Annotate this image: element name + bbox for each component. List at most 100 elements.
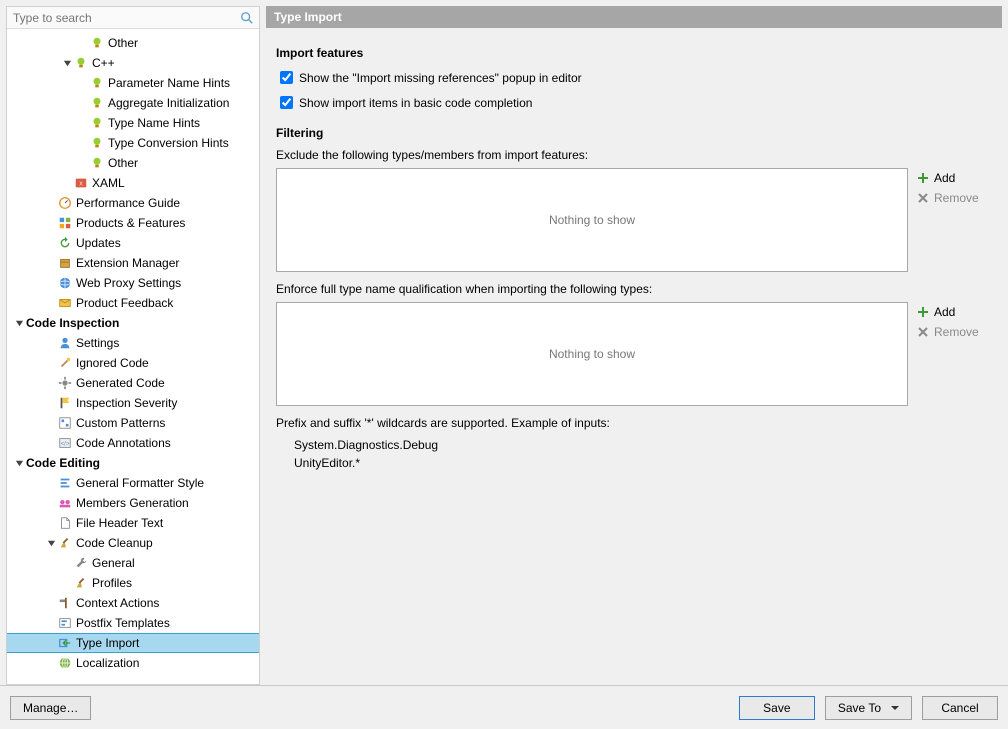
expander-spacer [45, 237, 57, 249]
tree-item-inspection-severity[interactable]: Inspection Severity [7, 393, 259, 413]
wrench-icon [74, 556, 88, 570]
tree-item-general-formatter-style[interactable]: General Formatter Style [7, 473, 259, 493]
search-row [7, 7, 259, 29]
tree-item-file-header-text[interactable]: File Header Text [7, 513, 259, 533]
chk-show-import-popup[interactable]: Show the "Import missing references" pop… [276, 68, 992, 87]
tree-item-label: General Formatter Style [76, 476, 210, 490]
tree-item-parameter-name-hints[interactable]: Parameter Name Hints [7, 73, 259, 93]
exclude-listbox[interactable]: Nothing to show [276, 168, 908, 272]
tree-item-web-proxy-settings[interactable]: Web Proxy Settings [7, 273, 259, 293]
postfix-icon [58, 616, 72, 630]
tree-item-code-editing[interactable]: Code Editing [7, 453, 259, 473]
chk-show-import-items-box[interactable] [280, 96, 293, 109]
search-icon[interactable] [239, 10, 255, 26]
expander-spacer [45, 637, 57, 649]
tree-item-label: Code Editing [26, 456, 106, 470]
save-to-button[interactable]: Save To [825, 696, 912, 720]
tree-item-products-features[interactable]: Products & Features [7, 213, 259, 233]
save-button[interactable]: Save [739, 696, 815, 720]
settings-tree[interactable]: OtherC++Parameter Name HintsAggregate In… [7, 29, 259, 684]
tree-item-label: Updates [76, 236, 127, 250]
tree-item-context-actions[interactable]: Context Actions [7, 593, 259, 613]
tree-item-label: Type Conversion Hints [108, 136, 235, 150]
expander-spacer [77, 37, 89, 49]
expander-spacer [45, 617, 57, 629]
chk-show-import-popup-box[interactable] [280, 71, 293, 84]
exclude-add-button[interactable]: Add [914, 168, 992, 188]
bulb-icon [90, 76, 104, 90]
expander-icon[interactable] [61, 57, 73, 69]
tree-item-type-name-hints[interactable]: Type Name Hints [7, 113, 259, 133]
gauge-icon [58, 196, 72, 210]
expander-spacer [77, 77, 89, 89]
expander-spacer [45, 277, 57, 289]
expander-spacer [77, 157, 89, 169]
expander-spacer [45, 477, 57, 489]
enforce-add-label: Add [934, 305, 955, 319]
expander-icon[interactable] [45, 537, 57, 549]
loc-icon [58, 656, 72, 670]
mail-icon [58, 296, 72, 310]
format-icon [58, 476, 72, 490]
expander-spacer [45, 217, 57, 229]
members-icon [58, 496, 72, 510]
tree-item-label: XAML [92, 176, 131, 190]
search-input[interactable] [11, 9, 239, 27]
tree-item-label: Web Proxy Settings [76, 276, 187, 290]
tree-item-other[interactable]: Other [7, 153, 259, 173]
tree-item-localization[interactable]: Localization [7, 653, 259, 673]
tree-item-aggregate-initialization[interactable]: Aggregate Initialization [7, 93, 259, 113]
tree-item-type-conversion-hints[interactable]: Type Conversion Hints [7, 133, 259, 153]
enforce-listbox[interactable]: Nothing to show [276, 302, 908, 406]
tree-item-performance-guide[interactable]: Performance Guide [7, 193, 259, 213]
tree-item-postfix-templates[interactable]: Postfix Templates [7, 613, 259, 633]
tree-item-custom-patterns[interactable]: Custom Patterns [7, 413, 259, 433]
tree-item-c-[interactable]: C++ [7, 53, 259, 73]
enforce-add-button[interactable]: Add [914, 302, 992, 322]
tree-item-updates[interactable]: Updates [7, 233, 259, 253]
tree-item-label: Parameter Name Hints [108, 76, 236, 90]
tree-item-code-annotations[interactable]: </>Code Annotations [7, 433, 259, 453]
tree-item-generated-code[interactable]: Generated Code [7, 373, 259, 393]
tree-item-label: Code Annotations [76, 436, 177, 450]
tree-item-other[interactable]: Other [7, 33, 259, 53]
tree-item-profiles[interactable]: Profiles [7, 573, 259, 593]
bulb-icon [90, 116, 104, 130]
expander-spacer [45, 397, 57, 409]
bulb-icon [74, 56, 88, 70]
expander-spacer [45, 197, 57, 209]
wildcard-example-2: UnityEditor.* [294, 454, 992, 472]
chk-show-import-items-label: Show import items in basic code completi… [299, 96, 532, 110]
tree-item-code-inspection[interactable]: Code Inspection [7, 313, 259, 333]
expander-icon[interactable] [13, 317, 25, 329]
expander-icon[interactable] [13, 457, 25, 469]
tree-item-code-cleanup[interactable]: Code Cleanup [7, 533, 259, 553]
expander-spacer [45, 297, 57, 309]
tree-item-xaml[interactable]: XXAML [7, 173, 259, 193]
tree-item-ignored-code[interactable]: Ignored Code [7, 353, 259, 373]
settings-panel: Type Import Import features Show the "Im… [266, 6, 1002, 685]
exclude-remove-label: Remove [934, 191, 979, 205]
tree-item-label: Inspection Severity [76, 396, 183, 410]
tree-item-members-generation[interactable]: Members Generation [7, 493, 259, 513]
tree-item-label: Extension Manager [76, 256, 185, 270]
tree-item-label: Other [108, 156, 144, 170]
manage-button[interactable]: Manage… [10, 696, 91, 720]
file-icon [58, 516, 72, 530]
tree-item-type-import[interactable]: Type Import [7, 633, 259, 653]
broom-icon [58, 536, 72, 550]
pattern-icon [58, 416, 72, 430]
tree-item-label: Generated Code [76, 376, 171, 390]
enforce-description: Enforce full type name qualification whe… [276, 282, 992, 296]
remove-icon [916, 325, 930, 339]
tree-item-product-feedback[interactable]: Product Feedback [7, 293, 259, 313]
cancel-button[interactable]: Cancel [922, 696, 998, 720]
chk-show-import-items[interactable]: Show import items in basic code completi… [276, 93, 992, 112]
tree-item-extension-manager[interactable]: Extension Manager [7, 253, 259, 273]
tree-item-general[interactable]: General [7, 553, 259, 573]
section-filtering: Filtering [276, 126, 992, 140]
tree-item-label: Context Actions [76, 596, 165, 610]
tree-item-label: Code Cleanup [76, 536, 159, 550]
tree-item-settings[interactable]: Settings [7, 333, 259, 353]
expander-spacer [61, 177, 73, 189]
